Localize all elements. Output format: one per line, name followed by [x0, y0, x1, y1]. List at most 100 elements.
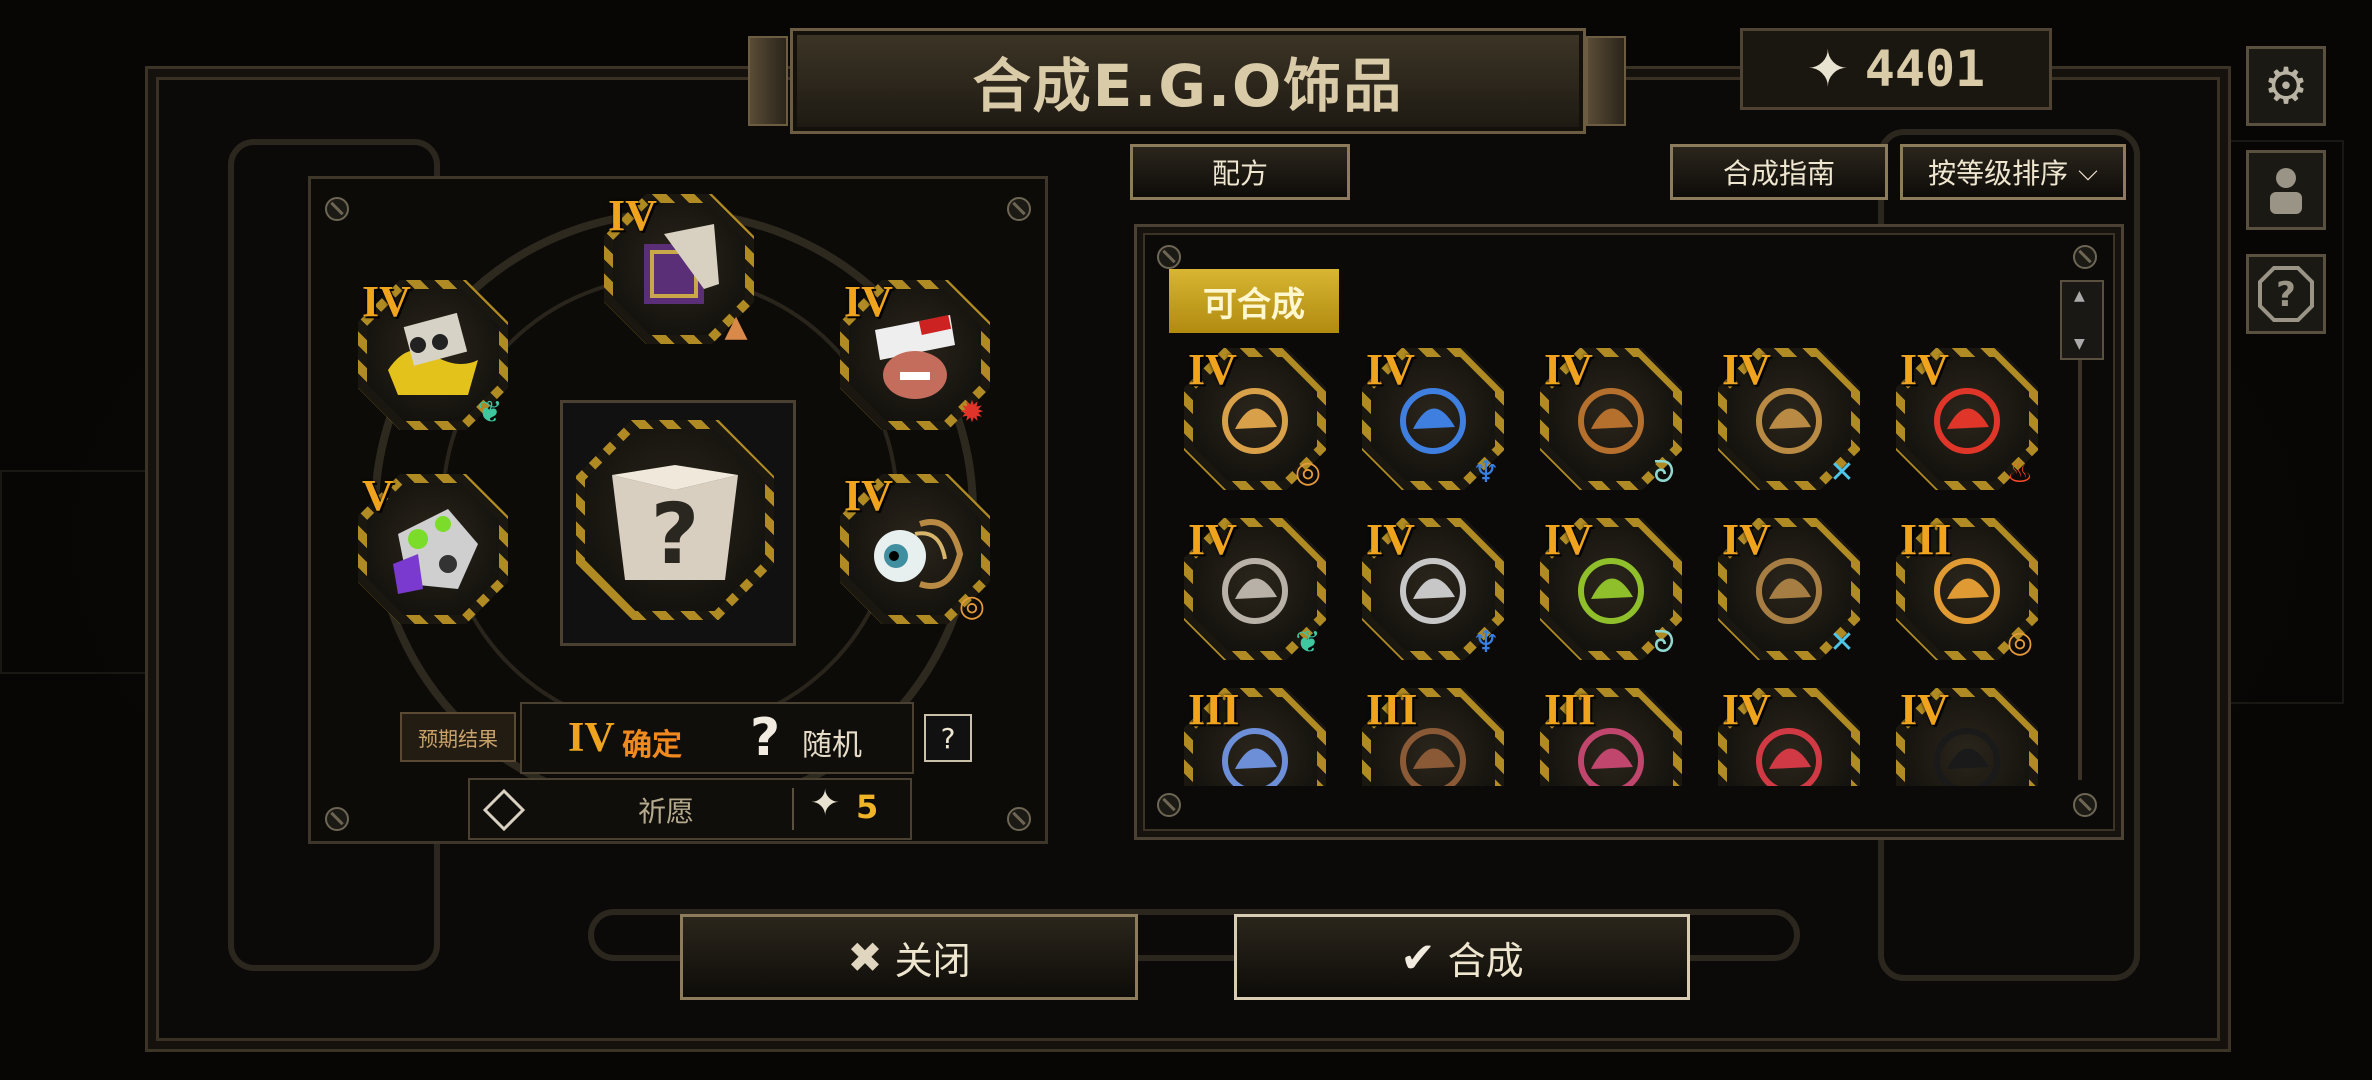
background-pipe	[0, 470, 154, 674]
diamond-icon	[482, 788, 526, 832]
screw	[1007, 807, 1031, 831]
ego-gift-item[interactable]: IV ♆	[1362, 515, 1504, 660]
input-slot-2[interactable]: IV ▲	[604, 191, 754, 344]
result-slot: ?	[576, 420, 774, 620]
item-level: IV	[1366, 345, 1415, 394]
title-cap-right	[1586, 36, 1626, 126]
ego-gift-item[interactable]: IV ❦	[1184, 515, 1326, 660]
cyan-cross-icon: ✕	[1829, 624, 1855, 660]
ego-gift-item[interactable]: III ◎	[1896, 515, 2038, 660]
currency-value: 4401	[1864, 40, 1986, 98]
item-level: III	[1900, 515, 1952, 564]
svg-text:?: ?	[651, 485, 700, 583]
fire-icon: ♨	[2006, 454, 2034, 490]
ego-gift-item[interactable]: IV	[1718, 685, 1860, 786]
ego-gift-item[interactable]: IV ♆	[1362, 345, 1504, 490]
sort-dropdown[interactable]: 按等级排序 ⌵	[1900, 144, 2126, 200]
ego-gift-item[interactable]: IV ᘐ	[1540, 515, 1682, 660]
expected-level: IV	[568, 715, 615, 761]
red-splash-icon: ✹	[959, 394, 985, 430]
close-label: 关闭	[894, 938, 971, 983]
screw	[1157, 793, 1181, 817]
scrollbar-track[interactable]	[2078, 360, 2082, 780]
blue-mask-icon: ♆	[1472, 624, 1500, 660]
title-cap-left	[748, 36, 788, 126]
profile-button[interactable]	[2246, 150, 2326, 230]
expected-certain: 确定	[622, 728, 682, 763]
cyan-cross-icon: ✕	[1829, 454, 1855, 490]
ego-gift-item[interactable]: IV	[1896, 685, 2038, 786]
svg-text:?: ?	[2276, 275, 2296, 315]
expected-random: 随机	[802, 728, 862, 763]
item-level: IV	[1722, 685, 1771, 734]
craft-button[interactable]: ✔ 合成	[1234, 914, 1690, 1000]
check-icon: ✔	[1400, 932, 1436, 982]
craftable-section-tag: 可合成	[1169, 269, 1339, 333]
four-point-star-icon: ✦	[810, 783, 841, 824]
item-level: IV	[1188, 345, 1237, 394]
screw	[325, 807, 349, 831]
input-slot-5[interactable]: IV ◎	[840, 471, 990, 624]
slot-level: IV	[844, 471, 893, 520]
item-level: III	[1188, 685, 1240, 734]
settings-button[interactable]: ⚙	[2246, 46, 2326, 126]
input-slot-3[interactable]: IV ✹	[840, 277, 990, 430]
slot-level: IV	[844, 277, 893, 326]
ego-gift-item[interactable]: IV ✕	[1718, 515, 1860, 660]
ego-gift-item[interactable]: IV ◎	[1184, 345, 1326, 490]
close-button[interactable]: ✖ 关闭	[680, 914, 1138, 1000]
ego-gift-item[interactable]: IV ♨	[1896, 345, 2038, 490]
close-icon: ✖	[847, 932, 883, 982]
green-leaf-icon: ❦	[1295, 624, 1321, 660]
wish-bar[interactable]: 祈愿 ✦ 5	[468, 778, 912, 840]
screw	[325, 197, 349, 221]
wish-cost: 5	[856, 788, 879, 826]
orange-arrow-icon: ▲	[724, 308, 748, 344]
sort-label: 按等级排序	[1928, 157, 2069, 190]
result-help-button[interactable]: ?	[924, 714, 972, 762]
teal-swirl-icon: ᘐ	[1653, 624, 1675, 660]
screw	[1157, 245, 1181, 269]
question-box-icon: ?	[596, 440, 754, 600]
currency-display: ✦ 4401	[1740, 28, 2052, 110]
help-side-button[interactable]: ?	[2246, 254, 2326, 334]
item-level: IV	[1366, 515, 1415, 564]
page-title: 合成E.G.O饰品	[972, 52, 1404, 120]
gear-icon: ⚙	[2263, 57, 2309, 115]
item-level: IV	[1722, 515, 1771, 564]
profile-icon	[2270, 168, 2302, 214]
item-level: III	[1544, 685, 1596, 734]
orange-ring-icon: ◎	[958, 588, 986, 624]
ego-gift-item[interactable]: III	[1184, 685, 1326, 786]
item-level: IV	[1900, 345, 1949, 394]
teal-swirl-icon: ᘐ	[1653, 454, 1675, 490]
orange-ring-icon: ◎	[1294, 454, 1322, 490]
four-point-star-icon: ✦	[1806, 40, 1849, 98]
item-level: IV	[1188, 515, 1237, 564]
ego-gift-item[interactable]: IV ᘐ	[1540, 345, 1682, 490]
input-slot-1[interactable]: IV ❦	[358, 277, 508, 430]
ego-gift-item[interactable]: IV ✕	[1718, 345, 1860, 490]
item-level: IV	[1544, 515, 1593, 564]
divider	[792, 788, 794, 830]
item-level: IV	[1544, 345, 1593, 394]
random-question-icon: ?	[750, 708, 781, 768]
item-level: III	[1366, 685, 1418, 734]
ego-gift-item[interactable]: III	[1540, 685, 1682, 786]
screw	[2073, 245, 2097, 269]
ego-gift-item[interactable]: III	[1362, 685, 1504, 786]
chevron-down-icon: ⌵	[2078, 156, 2098, 187]
recipe-button[interactable]: 配方	[1130, 144, 1350, 200]
slot-level: IV	[362, 277, 411, 326]
input-slot-4[interactable]: V	[358, 471, 508, 624]
ego-gift-art	[378, 494, 488, 604]
screw	[1007, 197, 1031, 221]
blue-mask-icon: ♆	[1472, 454, 1500, 490]
expected-result-box: IV 确定 ? 随机	[520, 702, 914, 774]
craft-label: 合成	[1447, 938, 1524, 983]
scrollbar-handle[interactable]: ▲ ▼	[2060, 280, 2104, 360]
help-icon: ?	[2258, 266, 2314, 322]
green-leaf-icon: ❦	[477, 394, 503, 430]
slot-level: V	[362, 471, 394, 520]
guide-button[interactable]: 合成指南	[1670, 144, 1888, 200]
